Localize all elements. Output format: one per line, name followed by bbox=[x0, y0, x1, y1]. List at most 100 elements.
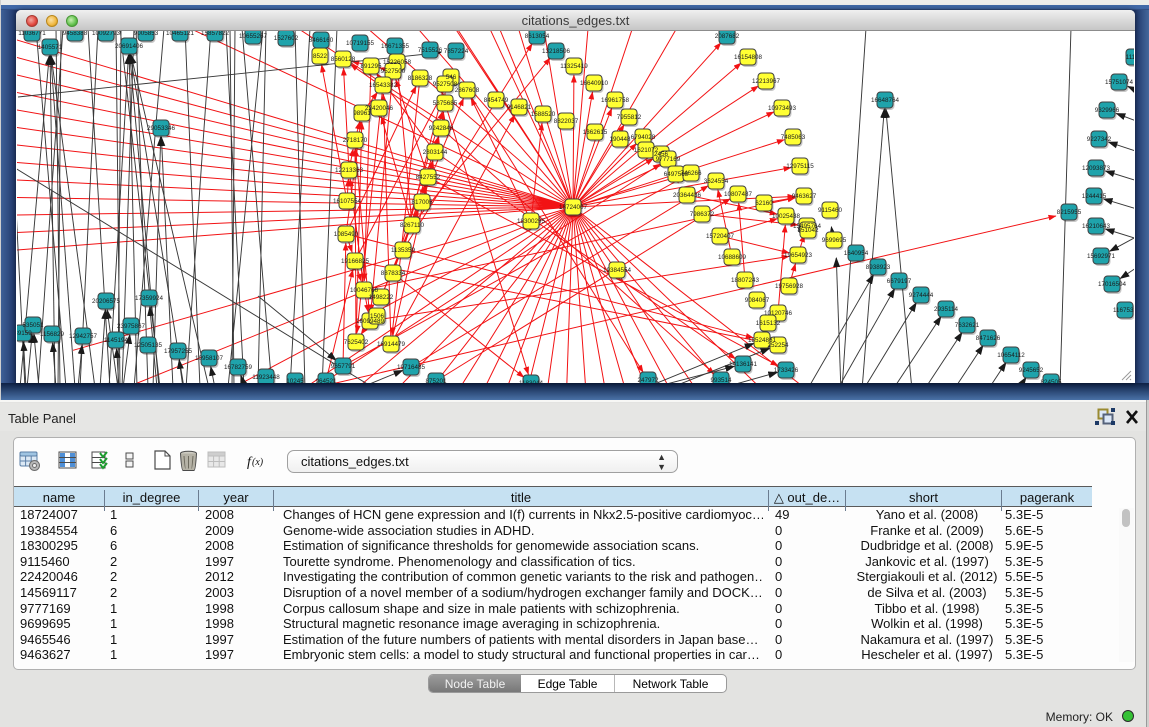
svg-text:10719155: 10719155 bbox=[346, 40, 375, 47]
svg-text:1085490: 1085490 bbox=[334, 231, 359, 238]
svg-text:7485063: 7485063 bbox=[781, 134, 806, 141]
svg-text:10958107: 10958107 bbox=[195, 355, 224, 362]
svg-text:7857224: 7857224 bbox=[444, 48, 469, 55]
svg-text:851042: 851042 bbox=[797, 227, 819, 234]
svg-text:13218506: 13218506 bbox=[542, 48, 571, 55]
svg-text:11923448: 11923448 bbox=[252, 374, 280, 381]
svg-text:8215955: 8215955 bbox=[1057, 209, 1082, 216]
svg-text:12505135: 12505135 bbox=[134, 342, 163, 349]
svg-text:10046766: 10046766 bbox=[350, 287, 379, 294]
svg-text:18300295: 18300295 bbox=[517, 218, 546, 225]
svg-text:2867608: 2867608 bbox=[455, 87, 480, 94]
svg-text:10120746: 10120746 bbox=[764, 310, 793, 317]
svg-text:7515526: 7515526 bbox=[418, 47, 443, 54]
svg-text:9777169: 9777169 bbox=[656, 156, 681, 163]
svg-text:15857822: 15857822 bbox=[201, 31, 230, 37]
svg-text:993514: 993514 bbox=[710, 377, 732, 383]
svg-text:2087682: 2087682 bbox=[715, 33, 740, 40]
svg-text:16961758: 16961758 bbox=[601, 97, 630, 104]
svg-text:3624554: 3624554 bbox=[704, 178, 729, 185]
svg-text:9005853: 9005853 bbox=[134, 31, 159, 37]
svg-text:7632621: 7632621 bbox=[955, 322, 980, 329]
svg-text:20206575: 20206575 bbox=[92, 298, 121, 305]
svg-text:875201: 875201 bbox=[425, 378, 447, 383]
svg-text:8822037: 8822037 bbox=[554, 118, 579, 125]
svg-text:2803144: 2803144 bbox=[423, 149, 448, 156]
svg-text:6794028: 6794028 bbox=[631, 134, 656, 141]
svg-text:19716485: 19716485 bbox=[397, 364, 426, 371]
svg-text:1156829: 1156829 bbox=[40, 331, 65, 338]
svg-text:8938923: 8938923 bbox=[866, 264, 891, 271]
svg-text:824505: 824505 bbox=[1040, 379, 1062, 383]
svg-text:11325419: 11325419 bbox=[560, 63, 588, 70]
svg-text:19654923: 19654923 bbox=[784, 252, 813, 259]
svg-text:17957255: 17957255 bbox=[164, 348, 193, 355]
svg-text:9227342: 9227342 bbox=[1087, 136, 1112, 143]
svg-text:39159: 39159 bbox=[17, 330, 32, 337]
svg-text:817005: 817005 bbox=[411, 199, 433, 206]
svg-text:8466160: 8466160 bbox=[309, 37, 334, 44]
svg-text:7955812: 7955812 bbox=[617, 114, 642, 121]
svg-text:15720407: 15720407 bbox=[706, 233, 735, 240]
svg-text:14136141: 14136141 bbox=[729, 361, 758, 368]
svg-text:252254: 252254 bbox=[767, 342, 789, 349]
svg-text:16640910: 16640910 bbox=[580, 80, 609, 87]
svg-text:1183044: 1183044 bbox=[519, 380, 544, 383]
svg-text:10465121: 10465121 bbox=[166, 31, 195, 37]
svg-text:9329966: 9329966 bbox=[1095, 107, 1120, 114]
svg-text:12093873: 12093873 bbox=[1082, 165, 1111, 172]
svg-text:16671355: 16671355 bbox=[381, 43, 410, 50]
svg-text:18807243: 18807243 bbox=[731, 277, 760, 284]
svg-text:9084067: 9084067 bbox=[745, 297, 770, 304]
svg-text:535051: 535051 bbox=[22, 322, 44, 329]
svg-text:12942757: 12942757 bbox=[69, 333, 98, 340]
svg-text:10807487: 10807487 bbox=[724, 191, 753, 198]
svg-text:1167533: 1167533 bbox=[1113, 307, 1134, 314]
svg-text:17359924: 17359924 bbox=[135, 295, 164, 302]
svg-text:19384554: 19384554 bbox=[603, 267, 632, 274]
svg-text:190448: 190448 bbox=[609, 136, 631, 143]
svg-text:9657791: 9657791 bbox=[331, 363, 356, 370]
svg-text:9458388: 9458388 bbox=[63, 31, 88, 37]
svg-text:7625402: 7625402 bbox=[344, 339, 369, 346]
svg-text:2718170: 2718170 bbox=[343, 137, 368, 144]
svg-text:16210643: 16210643 bbox=[1082, 223, 1111, 230]
svg-text:1615132: 1615132 bbox=[756, 320, 781, 327]
svg-text:10655267: 10655267 bbox=[239, 33, 268, 40]
svg-text:62160: 62160 bbox=[755, 200, 773, 207]
svg-text:1145194: 1145194 bbox=[104, 337, 129, 344]
svg-text:8522: 8522 bbox=[313, 53, 328, 60]
svg-text:9115460: 9115460 bbox=[818, 207, 843, 214]
svg-text:8471626: 8471626 bbox=[976, 335, 1001, 342]
svg-text:(x): (x) bbox=[252, 457, 264, 468]
svg-text:1588520: 1588520 bbox=[531, 111, 556, 118]
svg-text:8267110: 8267110 bbox=[400, 222, 425, 229]
svg-text:20691406: 20691406 bbox=[115, 43, 144, 50]
svg-text:8878334: 8878334 bbox=[381, 270, 406, 277]
svg-text:20364436: 20364436 bbox=[673, 192, 702, 199]
svg-text:10688609: 10688609 bbox=[718, 254, 747, 261]
svg-text:10973493: 10973493 bbox=[768, 105, 797, 112]
svg-text:964521: 964521 bbox=[315, 378, 337, 383]
svg-text:12213363: 12213363 bbox=[335, 167, 364, 174]
svg-text:6679197: 6679197 bbox=[887, 278, 912, 285]
svg-text:1527602: 1527602 bbox=[274, 35, 299, 42]
svg-text:23975867: 23975867 bbox=[117, 323, 146, 330]
svg-text:746266: 746266 bbox=[680, 170, 702, 177]
svg-text:16154808: 16154808 bbox=[734, 54, 763, 61]
svg-text:11036771: 11036771 bbox=[18, 31, 46, 37]
svg-text:17016504: 17016504 bbox=[1098, 281, 1127, 288]
svg-text:15692971: 15692971 bbox=[1087, 253, 1116, 260]
svg-text:9463627: 9463627 bbox=[792, 193, 817, 200]
svg-text:1362615: 1362615 bbox=[583, 129, 608, 136]
svg-text:5875685: 5875685 bbox=[433, 100, 458, 107]
svg-text:16914479: 16914479 bbox=[377, 341, 406, 348]
svg-text:10654112: 10654112 bbox=[997, 352, 1025, 359]
svg-text:1135359: 1135359 bbox=[391, 247, 416, 254]
svg-text:8560128: 8560128 bbox=[331, 56, 356, 63]
svg-text:9146821: 9146821 bbox=[507, 104, 532, 111]
svg-text:7986372: 7986372 bbox=[690, 211, 715, 218]
svg-text:19756928: 19756928 bbox=[775, 283, 804, 290]
svg-text:891295: 891295 bbox=[360, 63, 382, 70]
svg-text:9245652: 9245652 bbox=[1019, 367, 1044, 374]
